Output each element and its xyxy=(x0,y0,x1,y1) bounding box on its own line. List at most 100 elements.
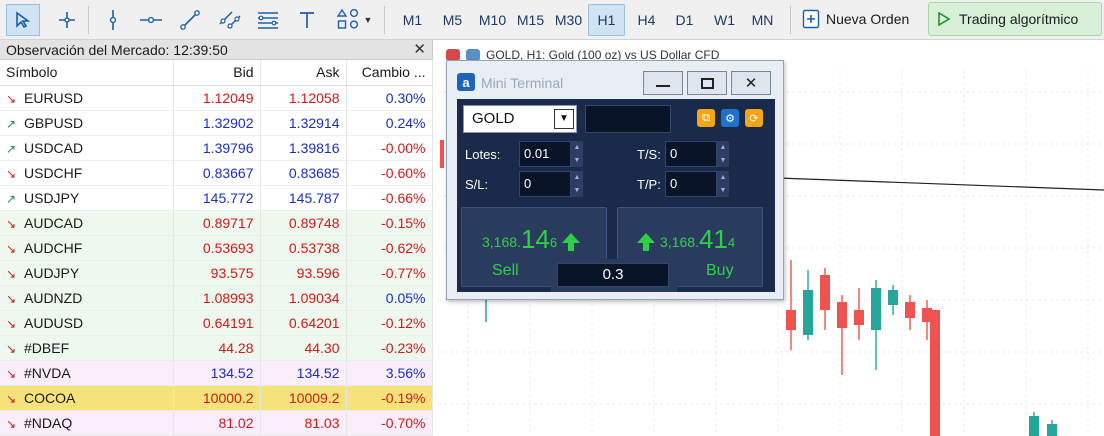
minimize-button[interactable] xyxy=(643,71,683,95)
close-button[interactable]: ✕ xyxy=(731,71,771,95)
change-cell: -0.12% xyxy=(346,310,433,336)
table-row[interactable]: ↗ USDCAD 1.39796 1.39816 -0.00% xyxy=(0,135,433,161)
main-toolbar: ▼ M1 M5 M10 M15 M30 H1 H4 D1 W1 MN Nueva Orden Tr… xyxy=(0,0,1104,40)
candle-body xyxy=(786,310,796,330)
fibonacci-tool-button[interactable] xyxy=(250,0,286,40)
trend-down-icon: ↘ xyxy=(6,416,17,431)
ask-cell: 145.787 xyxy=(260,185,347,211)
timeframe-m30[interactable]: M30 xyxy=(550,4,587,36)
symbol-name: USDCHF xyxy=(24,164,83,181)
ask-cell: 0.53738 xyxy=(260,235,347,261)
lots-stepper[interactable]: ▲ ▼ xyxy=(571,141,583,167)
new-order-icon xyxy=(802,9,820,29)
mini-terminal-title-bar[interactable]: a Mini Terminal ✕ xyxy=(447,61,783,97)
ask-cell: 0.89748 xyxy=(260,210,347,236)
change-cell: -0.77% xyxy=(346,260,433,286)
table-row[interactable]: ↘ AUDNZD 1.08993 1.09034 0.05% xyxy=(0,285,433,311)
trend-down-icon: ↘ xyxy=(6,366,17,381)
trailing-stop-label: T/S: xyxy=(637,147,661,162)
take-profit-input[interactable]: 0 xyxy=(665,171,717,197)
column-header-bid[interactable]: Bid xyxy=(173,60,261,86)
symbol-cell: ↘ EURUSD xyxy=(0,85,174,111)
market-watch-title: Observación del Mercado: 12:39:50 xyxy=(6,41,228,58)
symbol-select[interactable]: GOLD ▼ xyxy=(463,105,577,133)
text-icon xyxy=(300,12,314,28)
cursor-tool-button[interactable] xyxy=(6,4,40,36)
timeframe-mn[interactable]: MN xyxy=(744,4,781,36)
minimize-icon xyxy=(656,85,670,87)
lots-input[interactable]: 0.01 xyxy=(519,141,571,167)
table-row[interactable]: ↗ GBPUSD 1.32902 1.32914 0.24% xyxy=(0,110,433,136)
table-row[interactable]: ↘ AUDJPY 93.575 93.596 -0.77% xyxy=(0,260,433,286)
symbol-cell: ↘ #DBEF xyxy=(0,335,174,361)
candle-body xyxy=(854,310,864,325)
chevron-down-icon: ▼ xyxy=(363,15,373,25)
timeframe-m10[interactable]: M10 xyxy=(474,4,511,36)
trailing-stop-stepper[interactable]: ▲ ▼ xyxy=(717,141,729,167)
change-cell: 0.05% xyxy=(346,285,433,311)
trailing-stop-input[interactable]: 0 xyxy=(665,141,717,167)
mini-terminal-window[interactable]: a Mini Terminal ✕ GOLD ▼ ⧉ ⚙ ⟳ Lotes: 0.… xyxy=(446,60,784,300)
algo-trading-button[interactable]: Trading algorítmico xyxy=(928,2,1102,36)
shapes-tool-button[interactable]: ▼ xyxy=(328,0,380,40)
gear-icon[interactable]: ⚙ xyxy=(721,109,739,127)
lots-label: Lotes: xyxy=(465,147,501,162)
crosshair-icon xyxy=(59,12,75,28)
trendline-tool-button[interactable] xyxy=(172,0,208,40)
symbol-cell: ↘ #NVDA xyxy=(0,360,174,386)
symbol-name: AUDCAD xyxy=(24,214,84,231)
vertical-line-tool-button[interactable] xyxy=(96,0,130,40)
bid-cell: 1.39796 xyxy=(173,135,261,161)
refresh-icon[interactable]: ⟳ xyxy=(745,109,763,127)
stop-loss-stepper[interactable]: ▲ ▼ xyxy=(571,171,583,197)
arrow-up-icon xyxy=(637,233,655,251)
table-row[interactable]: ↘ #NDAQ 81.02 81.03 -0.70% xyxy=(0,410,433,436)
horizontal-line-tool-button[interactable] xyxy=(134,0,168,40)
ask-cell: 0.83685 xyxy=(260,160,347,186)
ask-cell: 134.52 xyxy=(260,360,347,386)
change-cell: -0.19% xyxy=(346,385,433,411)
symbol-cell: ↘ USDCHF xyxy=(0,160,174,186)
copy-icon[interactable]: ⧉ xyxy=(697,109,715,127)
timeframe-h1[interactable]: H1 xyxy=(588,4,625,36)
timeframe-h4[interactable]: H4 xyxy=(628,4,665,36)
column-header-change[interactable]: Cambio ... xyxy=(346,60,433,86)
symbol-cell: ↗ USDCAD xyxy=(0,135,174,161)
timeframe-m15[interactable]: M15 xyxy=(512,4,549,36)
trend-down-icon: ↘ xyxy=(6,91,17,106)
maximize-icon xyxy=(700,77,714,89)
channel-tool-button[interactable] xyxy=(212,0,248,40)
close-icon[interactable]: ✕ xyxy=(413,40,426,58)
table-row[interactable]: ↘ EURUSD 1.12049 1.12058 0.30% xyxy=(0,85,433,111)
timeframe-d1[interactable]: D1 xyxy=(666,4,703,36)
new-order-button[interactable]: Nueva Orden xyxy=(802,2,922,36)
buy-label: Buy xyxy=(706,262,734,279)
timeframe-m1[interactable]: M1 xyxy=(394,4,431,36)
new-order-label: Nueva Orden xyxy=(826,11,910,27)
table-row[interactable]: ↘ AUDCAD 0.89717 0.89748 -0.15% xyxy=(0,210,433,236)
crosshair-tool-button[interactable] xyxy=(50,0,84,40)
table-row[interactable]: ↗ USDJPY 145.772 145.787 -0.66% xyxy=(0,185,433,211)
timeframe-w1[interactable]: W1 xyxy=(706,4,743,36)
maximize-button[interactable] xyxy=(687,71,727,95)
app-logo-icon: a xyxy=(457,73,475,91)
trend-down-icon: ↘ xyxy=(6,341,17,356)
symbol-cell: ↘ AUDJPY xyxy=(0,260,174,286)
play-icon xyxy=(938,12,951,26)
stop-loss-input[interactable]: 0 xyxy=(519,171,571,197)
horizontal-line-icon xyxy=(140,16,162,24)
sell-price-prefix: 3,168. xyxy=(482,234,521,250)
market-watch-table: Símbolo Bid Ask Cambio ... ↘ EURUSD 1.1204… xyxy=(0,60,433,436)
column-header-symbol[interactable]: Símbolo xyxy=(0,60,174,86)
table-row[interactable]: ↘ COCOA 10000.2 10009.2 -0.19% xyxy=(0,385,433,411)
table-row[interactable]: ↘ USDCHF 0.83667 0.83685 -0.60% xyxy=(0,160,433,186)
column-header-ask[interactable]: Ask xyxy=(260,60,347,86)
table-row[interactable]: ↘ AUDUSD 0.64191 0.64201 -0.12% xyxy=(0,310,433,336)
table-row[interactable]: ↘ #DBEF 44.28 44.30 -0.23% xyxy=(0,335,433,361)
table-row[interactable]: ↘ AUDCHF 0.53693 0.53738 -0.62% xyxy=(0,235,433,261)
table-row[interactable]: ↘ #NVDA 134.52 134.52 3.56% xyxy=(0,360,433,386)
timeframe-m5[interactable]: M5 xyxy=(434,4,471,36)
chevron-down-icon[interactable]: ▼ xyxy=(554,109,574,129)
take-profit-stepper[interactable]: ▲ ▼ xyxy=(717,171,729,197)
text-tool-button[interactable] xyxy=(290,0,324,40)
